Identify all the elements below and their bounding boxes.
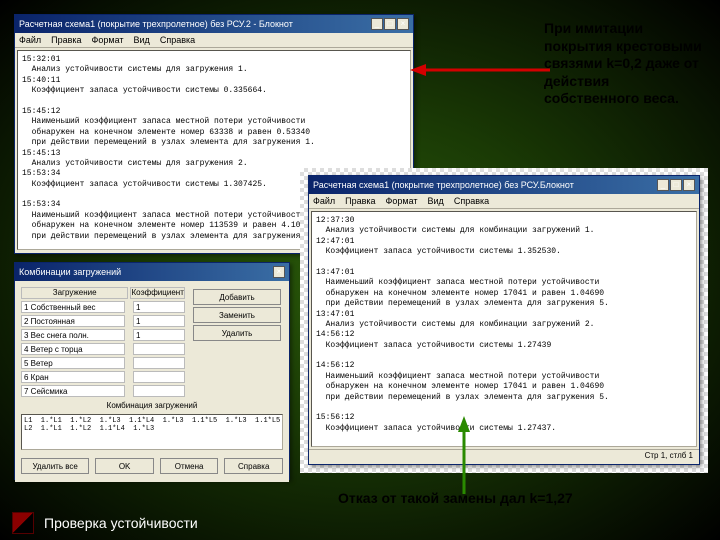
footer-logo-icon (12, 512, 34, 534)
ok-button[interactable]: OK (95, 458, 154, 474)
window-controls-1: _ □ × (371, 18, 409, 30)
titlebar-3: Расчетная схема1 (покрытие трехпролетное… (309, 176, 699, 194)
coef-cell[interactable] (133, 343, 185, 355)
window-title-2: Комбинации загружений (19, 267, 121, 277)
annotation-top: При имитации покрытия крестовыми связями… (544, 20, 704, 108)
coef-cell[interactable]: 1 (133, 315, 185, 327)
coef-cell[interactable]: 1 (133, 301, 185, 313)
maximize-icon[interactable]: □ (670, 179, 682, 191)
delete-button[interactable]: Удалить (193, 325, 281, 341)
col-header-load: Загружение (21, 287, 128, 299)
replace-button[interactable]: Заменить (193, 307, 281, 323)
maximize-icon[interactable]: □ (384, 18, 396, 30)
coef-cell[interactable] (133, 357, 185, 369)
list-item[interactable]: 7 Сейсмика (21, 385, 125, 397)
list-item[interactable]: 3 Вес снега полн. (21, 329, 125, 341)
titlebar-1: Расчетная схема1 (покрытие трехпролетное… (15, 15, 413, 33)
add-button[interactable]: Добавить (193, 289, 281, 305)
delete-all-button[interactable]: Удалить все (21, 458, 89, 474)
coef-cell[interactable] (133, 385, 185, 397)
titlebar-2: Комбинации загружений × (15, 263, 289, 281)
window-title-1: Расчетная схема1 (покрытие трехпролетное… (19, 19, 293, 29)
menu-view[interactable]: Вид (134, 35, 150, 45)
menubar-3: Файл Правка Формат Вид Справка (309, 194, 699, 209)
menu-view[interactable]: Вид (428, 196, 444, 206)
minimize-icon[interactable]: _ (657, 179, 669, 191)
arrow-green-icon (454, 416, 474, 494)
list-item[interactable]: 1 Собственный вес (21, 301, 125, 313)
menu-help[interactable]: Справка (160, 35, 195, 45)
close-icon[interactable]: × (683, 179, 695, 191)
menu-file[interactable]: Файл (313, 196, 335, 206)
menu-help[interactable]: Справка (454, 196, 489, 206)
list-item[interactable]: 6 Кран (21, 371, 125, 383)
statusbar: Стр 1, стлб 1 (309, 449, 699, 461)
menubar-1: Файл Правка Формат Вид Справка (15, 33, 413, 48)
list-item[interactable]: 4 Ветер с торца (21, 343, 125, 355)
footer-text: Проверка устойчивости (44, 515, 198, 531)
col-header-coef: Коэффициент (130, 287, 185, 299)
menu-format[interactable]: Формат (92, 35, 124, 45)
combo-table[interactable]: L1 1.*L1 1.*L2 1.*L3 1.1*L4 1.*L3 1.1*L5… (21, 414, 283, 450)
notepad-window-3: Расчетная схема1 (покрытие трехпролетное… (308, 175, 700, 465)
arrow-red-icon (410, 60, 550, 80)
menu-format[interactable]: Формат (386, 196, 418, 206)
combinations-dialog: Комбинации загружений × Загружение Коэфф… (14, 262, 290, 480)
window-controls-3: _ □ × (657, 179, 695, 191)
help-button[interactable]: Справка (224, 458, 283, 474)
list-item[interactable]: 5 Ветер (21, 357, 125, 369)
dialog-body: Загружение Коэффициент 1 Собственный вес… (15, 281, 289, 482)
window-controls-2: × (273, 266, 285, 278)
close-icon[interactable]: × (397, 18, 409, 30)
menu-file[interactable]: Файл (19, 35, 41, 45)
list-item[interactable]: 2 Постоянная (21, 315, 125, 327)
window-title-3: Расчетная схема1 (покрытие трехпролетное… (313, 180, 574, 190)
combo-label: Комбинация загружений (21, 401, 283, 410)
minimize-icon[interactable]: _ (371, 18, 383, 30)
close-icon[interactable]: × (273, 266, 285, 278)
menu-edit[interactable]: Правка (51, 35, 81, 45)
footer: Проверка устойчивости (0, 506, 720, 540)
coef-cell[interactable]: 1 (133, 329, 185, 341)
menu-edit[interactable]: Правка (345, 196, 375, 206)
coef-cell[interactable] (133, 371, 185, 383)
cancel-button[interactable]: Отмена (160, 458, 219, 474)
text-content-3[interactable]: 12:37:30 Анализ устойчивости системы для… (311, 211, 697, 447)
